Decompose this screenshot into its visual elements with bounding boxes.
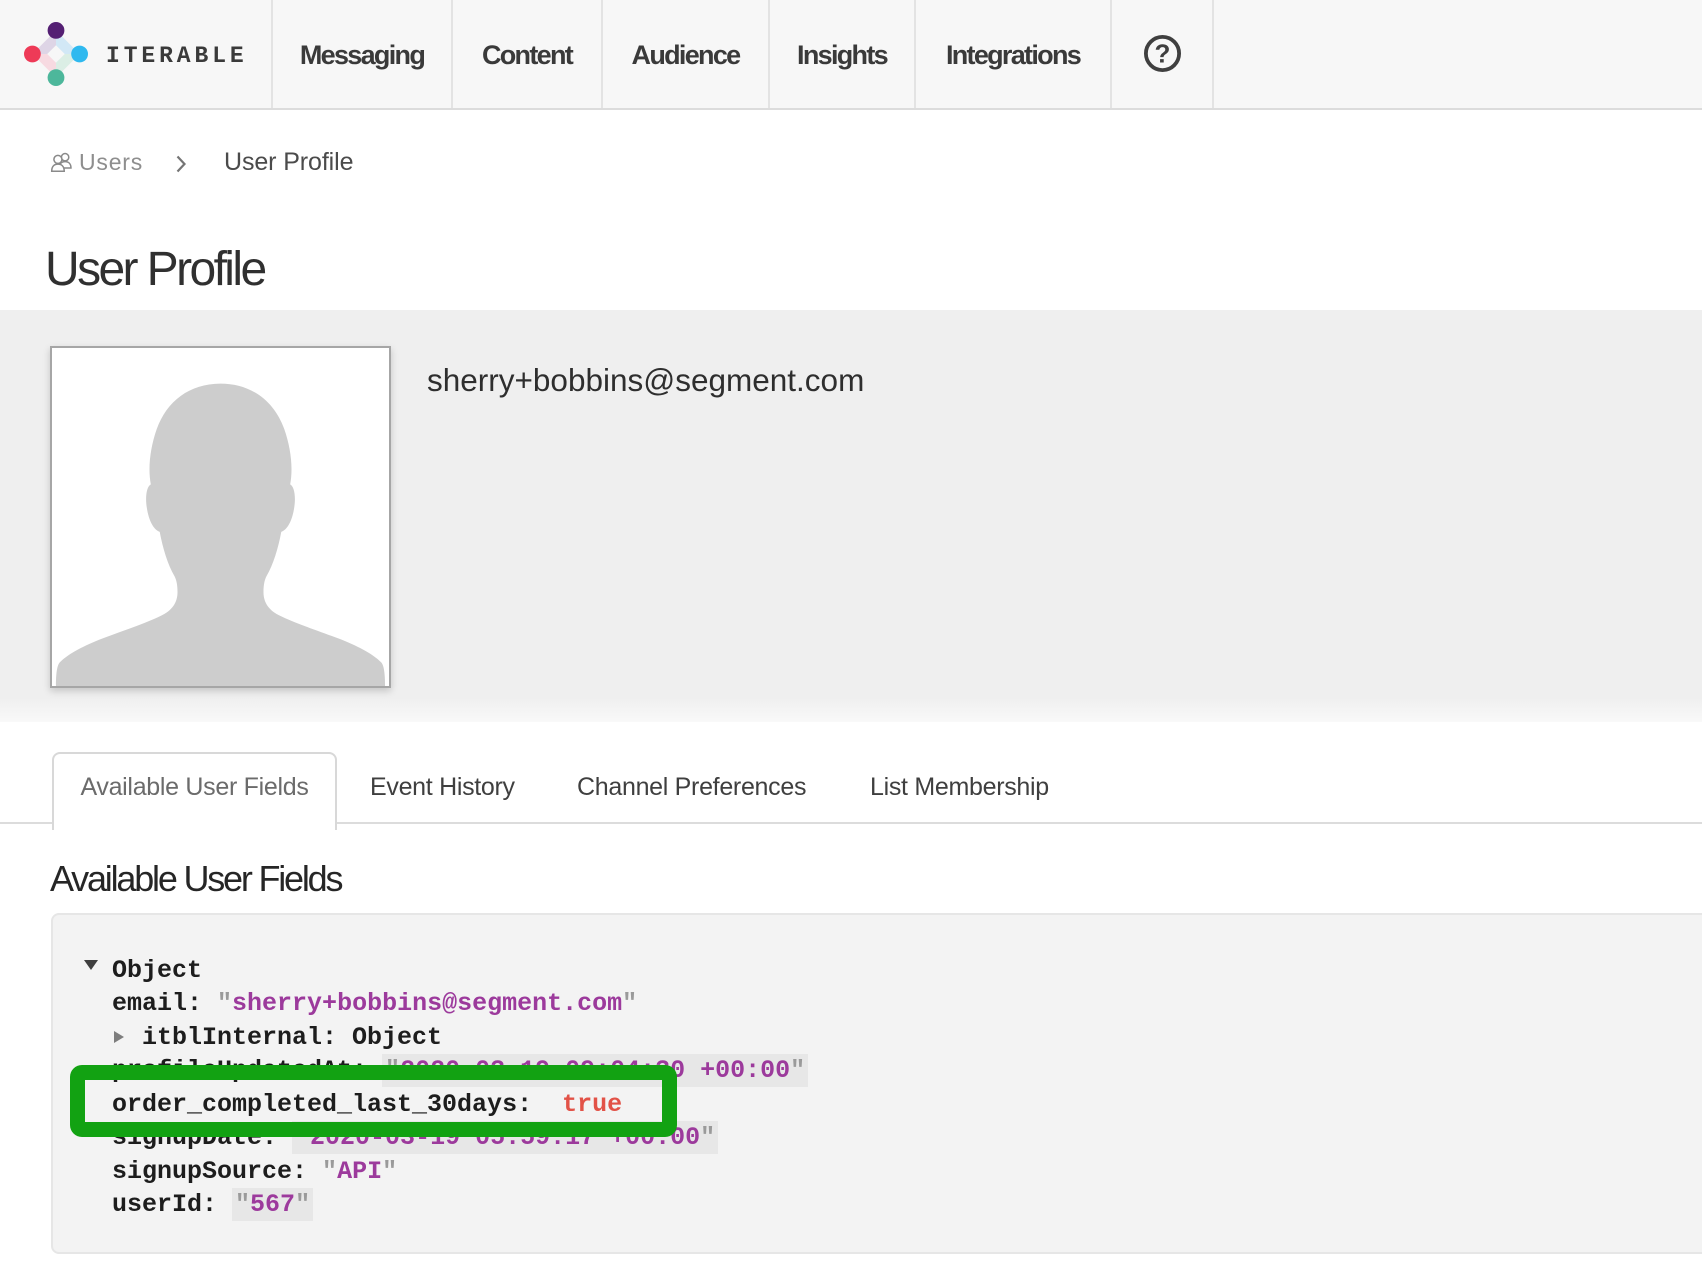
- svg-text:?: ?: [1154, 39, 1170, 69]
